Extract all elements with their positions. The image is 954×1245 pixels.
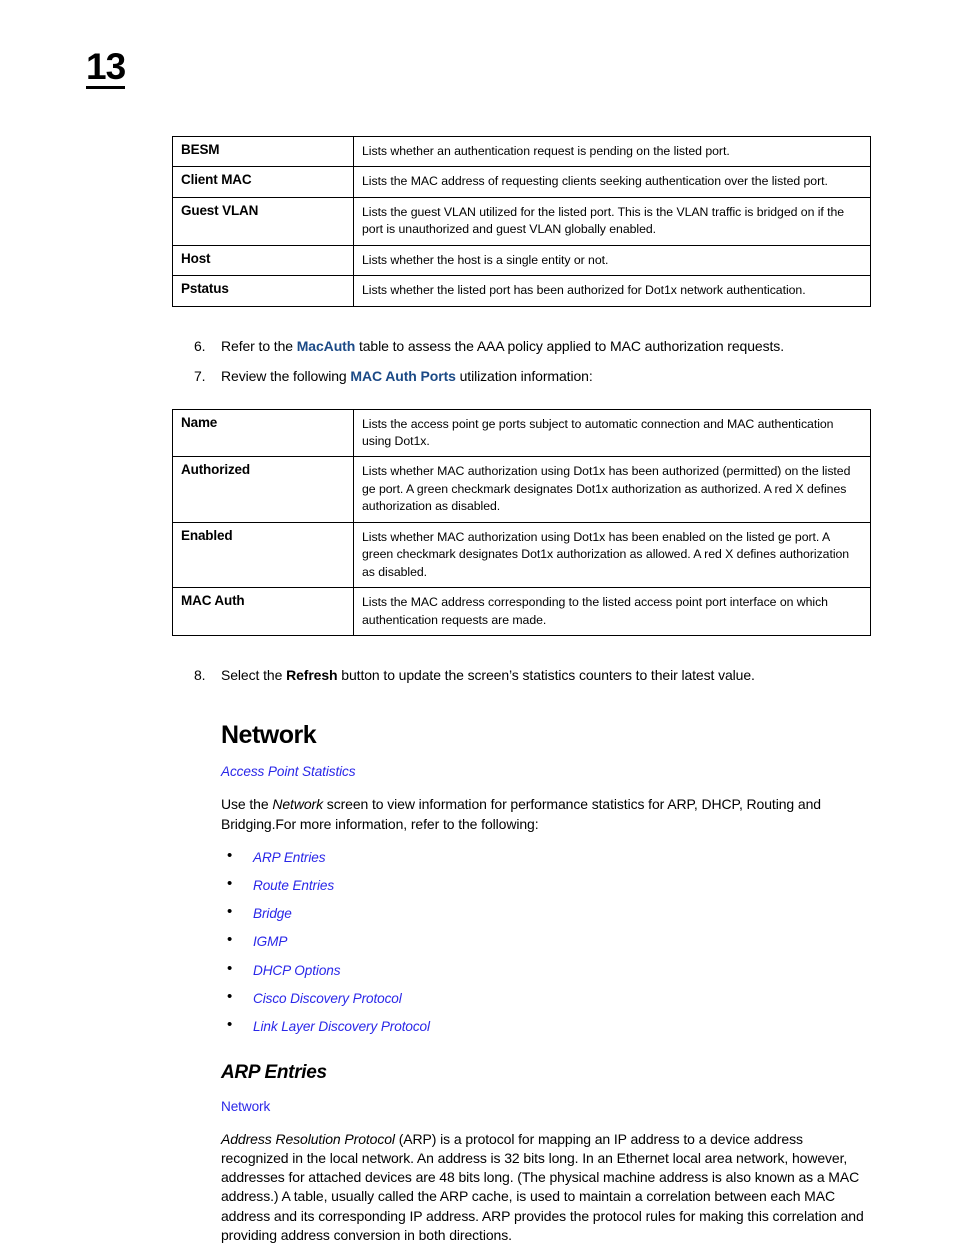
step-text-post: button to update the screen’s statistics… [337,667,755,684]
table-cell-description: Lists whether the host is a single entit… [353,244,871,277]
table-cell-term: Host [172,244,354,277]
list-item: • Cisco Discovery Protocol [221,987,872,1008]
step-list-upper: 6. Refer to the MacAuth table to assess t… [172,337,872,386]
network-link-list: • ARP Entries • Route Entries • Bridge •… [221,846,872,1036]
table-cell-description: Lists the MAC address corresponding to t… [353,587,871,637]
table-row: Enabled Lists whether MAC authorization … [172,521,871,589]
list-item: • Bridge [221,903,872,923]
table-row: MAC Auth Lists the MAC address correspon… [172,587,871,637]
table-row: BESM Lists whether an authentication req… [172,135,871,168]
table-cell-description: Lists whether the listed port has been a… [353,275,871,307]
network-link[interactable]: Network [221,1099,270,1114]
list-item: • ARP Entries [221,846,872,867]
step-number: 6. [194,337,206,354]
bullet-icon: • [227,874,233,892]
step-list-lower: 8. Select the Refresh button to update th… [172,666,872,685]
arp-entries-link[interactable]: ARP Entries [253,850,326,865]
network-intro-paragraph: Use the Network screen to view informati… [221,795,872,833]
table-row: Host Lists whether the host is a single … [172,244,871,277]
network-breadcrumb-row: Network [221,1098,872,1116]
refresh-button-label: Refresh [286,667,338,684]
arp-entries-heading: ARP Entries [221,1062,327,1084]
dhcp-options-link[interactable]: DHCP Options [253,963,341,978]
step-number: 8. [194,667,206,684]
bridge-link[interactable]: Bridge [253,906,292,921]
macauth-link[interactable]: MacAuth [297,338,356,354]
table-cell-description: Lists the access point ge ports subject … [353,408,871,458]
table-cell-description: Lists whether an authentication request … [353,135,871,168]
bullet-icon: • [227,1015,233,1033]
igmp-link[interactable]: IGMP [253,934,287,949]
list-item: • IGMP [221,931,872,951]
link-layer-discovery-protocol-link[interactable]: Link Layer Discovery Protocol [253,1019,430,1034]
intro-pre: Use the [221,796,273,813]
network-heading: Network [221,720,317,749]
step-text-pre: Refer to the [221,337,297,354]
step-text-pre: Select the [221,667,287,684]
document-page: 13 BESM Lists whether an authentication … [0,0,954,1243]
table-cell-term: BESM [172,135,354,168]
arp-body-paragraph: Address Resolution Protocol (ARP) is a p… [221,1130,872,1245]
mac-auth-ports-table: Name Lists the access point ge ports sub… [172,408,871,637]
list-item: • Route Entries [221,874,872,895]
dot1x-fields-table: BESM Lists whether an authentication req… [172,135,871,307]
table-row: Pstatus Lists whether the listed port ha… [172,275,871,307]
table-cell-term: Enabled [172,521,354,589]
table-cell-term: Client MAC [172,166,354,198]
page-number: 13 [86,46,126,89]
table-cell-term: Authorized [172,456,354,523]
step-text-post: table to assess the AAA policy applied t… [355,337,784,354]
step-text-post: utilization information: [455,367,593,384]
table-cell-term: MAC Auth [172,587,354,637]
step-text-pre: Review the following [221,367,351,384]
table-cell-description: Lists whether MAC authorization using Do… [353,521,871,589]
table-row: Name Lists the access point ge ports sub… [172,408,871,458]
bullet-icon: • [227,987,233,1005]
bullet-icon: • [227,931,233,949]
cisco-discovery-protocol-link[interactable]: Cisco Discovery Protocol [253,991,402,1006]
table-cell-description: Lists the MAC address of requesting clie… [353,166,871,198]
list-item: • DHCP Options [221,959,872,980]
arp-body-text: (ARP) is a protocol for mapping an IP ad… [221,1130,864,1243]
table-cell-description: Lists whether MAC authorization using Do… [353,456,871,523]
table-cell-term: Guest VLAN [172,196,354,246]
bullet-icon: • [227,846,233,864]
table-row: Guest VLAN Lists the guest VLAN utilized… [172,196,871,246]
step-item-7: 7. Review the following MAC Auth Ports ut… [172,367,872,386]
intro-italic-network: Network [272,796,323,813]
table-cell-term: Pstatus [172,275,354,307]
table-cell-term: Name [172,408,354,458]
access-point-statistics-link[interactable]: Access Point Statistics [221,764,356,779]
mac-auth-ports-link[interactable]: MAC Auth Ports [350,368,456,384]
list-item: • Link Layer Discovery Protocol [221,1015,872,1036]
page-content: BESM Lists whether an authentication req… [172,135,872,1245]
step-item-6: 6. Refer to the MacAuth table to assess t… [172,337,872,356]
step-number: 7. [194,367,206,384]
table-cell-description: Lists the guest VLAN utilized for the li… [353,196,871,246]
access-point-statistics-link-row: Access Point Statistics [221,763,872,781]
table-row: Authorized Lists whether MAC authorizati… [172,456,871,523]
step-item-8: 8. Select the Refresh button to update th… [172,666,872,685]
table-row: Client MAC Lists the MAC address of requ… [172,166,871,198]
bullet-icon: • [227,959,233,977]
route-entries-link[interactable]: Route Entries [253,878,334,893]
arp-italic-term: Address Resolution Protocol [221,1130,395,1147]
bullet-icon: • [227,903,233,921]
